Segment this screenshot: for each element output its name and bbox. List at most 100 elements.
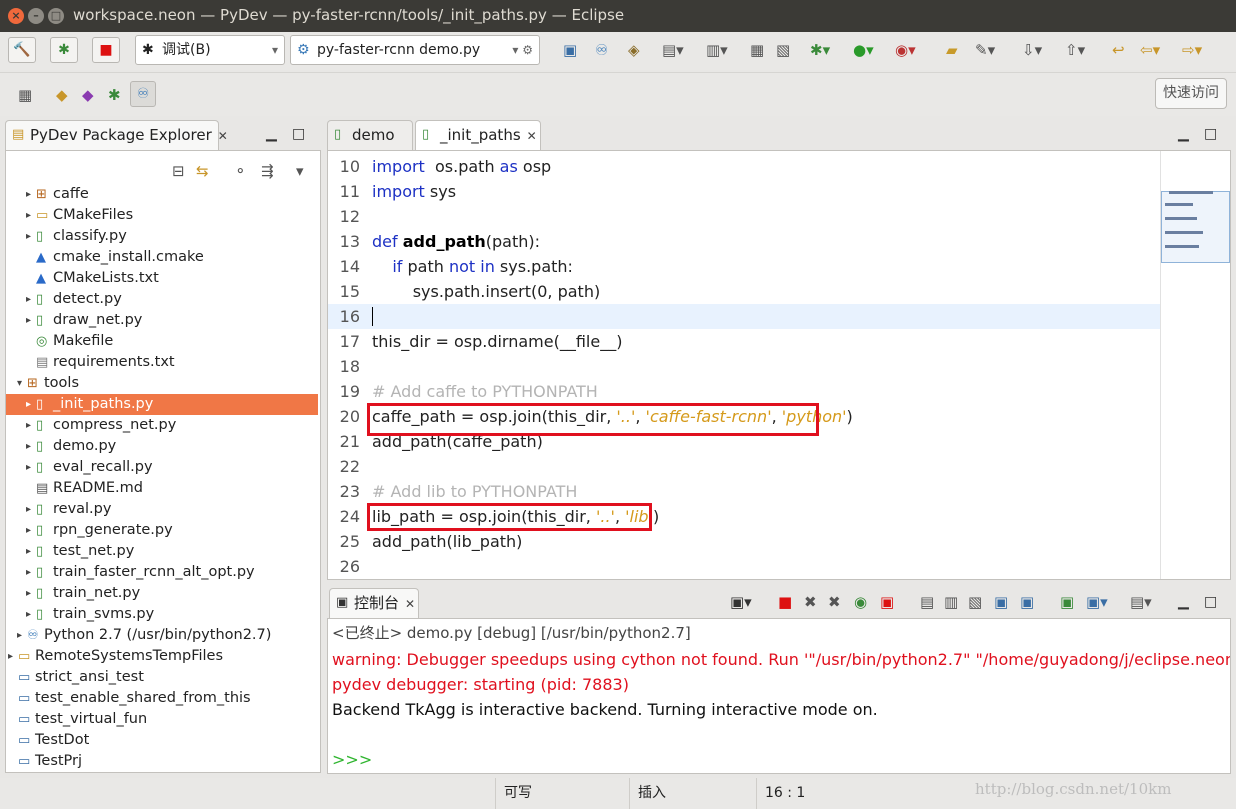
code-line[interactable]: 12 xyxy=(328,204,1160,229)
expand-arrow-icon[interactable]: ▸ xyxy=(26,226,31,247)
collapse-all-icon[interactable]: ⊟ xyxy=(172,161,185,181)
perspective-cpp-icon[interactable]: ◆ xyxy=(82,85,94,105)
forward-icon[interactable]: ⇨▾ xyxy=(1182,40,1202,60)
link-with-editor-icon[interactable]: ⇆ xyxy=(196,161,209,181)
console-output[interactable]: warning: Debugger speedups using cython … xyxy=(328,647,1230,773)
maximize-icon[interactable]: □ xyxy=(292,126,305,142)
minimap-viewport[interactable] xyxy=(1161,191,1230,263)
tree-item[interactable]: ▸ ▯ demo.py xyxy=(6,436,318,457)
new-console-view-icon[interactable]: ▤▾ xyxy=(1130,592,1152,612)
code-line[interactable]: 17 this_dir = osp.dirname(__file__) xyxy=(328,329,1160,354)
quick-access-button[interactable]: 快速访问 xyxy=(1155,78,1227,109)
scroll-lock-icon[interactable]: ▥ xyxy=(944,592,958,612)
code-line[interactable]: 25 add_path(lib_path) xyxy=(328,529,1160,554)
new-console-icon[interactable]: ▣ xyxy=(880,592,894,612)
new-class-icon[interactable]: ▥▾ xyxy=(706,40,728,60)
tab-demo[interactable]: ▯ demo xyxy=(327,120,413,150)
minimize-icon[interactable]: ▁ xyxy=(1178,126,1189,142)
tree-item[interactable]: ▲ cmake_install.cmake xyxy=(6,247,318,268)
expand-arrow-icon[interactable]: ▸ xyxy=(26,541,31,562)
pen-icon[interactable]: ✎▾ xyxy=(975,40,995,60)
maximize-icon[interactable]: □ xyxy=(1204,126,1217,142)
debug-bug-button[interactable]: ✱ xyxy=(50,37,78,63)
tree-item[interactable]: ▸ ▭ CMakeFiles xyxy=(6,205,318,226)
code-line[interactable]: 22 xyxy=(328,454,1160,479)
open-console-icon[interactable]: ▣ xyxy=(1060,592,1074,612)
expand-arrow-icon[interactable]: ▸ xyxy=(26,562,31,583)
maximize-icon[interactable]: □ xyxy=(1204,594,1217,610)
tree-item[interactable]: ▸ ▯ compress_net.py xyxy=(6,415,318,436)
debug-mode-combo[interactable]: ✱ 调试(B) ▾ xyxy=(135,35,285,65)
expand-arrow-icon[interactable]: ▸ xyxy=(26,583,31,604)
code-line[interactable]: 26 xyxy=(328,554,1160,579)
remove-all-icon[interactable]: ✖ xyxy=(828,592,841,612)
tab-console[interactable]: ▣ 控制台 ✕ xyxy=(329,588,419,618)
tree-item[interactable]: ▸ ▯ eval_recall.py xyxy=(6,457,318,478)
display-console-icon[interactable]: ▣▾ xyxy=(730,592,752,612)
tree-item[interactable]: ▸ ▯ _init_paths.py xyxy=(6,394,318,415)
customize-view-icon[interactable]: ⇶ xyxy=(261,161,274,181)
overview-ruler[interactable] xyxy=(1160,151,1230,579)
new-module-icon[interactable]: ▤▾ xyxy=(662,40,684,60)
expand-arrow-icon[interactable]: ▸ xyxy=(26,499,31,520)
open-perspective-icon[interactable]: ▦ xyxy=(18,85,32,105)
show-stderr-icon[interactable]: ▣ xyxy=(1020,592,1034,612)
tree-item[interactable]: ▾ ⊞ tools xyxy=(6,373,318,394)
tree-item[interactable]: ▭ strict_ansi_test xyxy=(6,667,318,688)
tree-item[interactable]: ◎ Makefile xyxy=(6,331,318,352)
console-view-icon[interactable]: ▣▾ xyxy=(1086,592,1108,612)
minimize-icon[interactable]: ▁ xyxy=(1178,594,1189,610)
debug-icon[interactable]: ✱▾ xyxy=(810,40,830,60)
code-line[interactable]: 11 import sys xyxy=(328,179,1160,204)
code-line[interactable]: 14 if path not in sys.path: xyxy=(328,254,1160,279)
code-line[interactable]: 19 # Add caffe to PYTHONPATH xyxy=(328,379,1160,404)
console-prompt[interactable]: >>> xyxy=(332,747,372,772)
console-icon[interactable]: ▣ xyxy=(563,40,577,60)
window-close-button[interactable]: × xyxy=(8,8,24,24)
expand-arrow-icon[interactable]: ▸ xyxy=(26,394,31,415)
code-line[interactable]: 13 def add_path(path): xyxy=(328,229,1160,254)
tree-item[interactable]: ▸ ⊞ caffe xyxy=(6,184,318,205)
code-line[interactable]: 10 import os.path as osp xyxy=(328,154,1160,179)
perspective-debug-icon[interactable]: ✱ xyxy=(108,85,121,105)
open-type-icon[interactable]: ◈ xyxy=(628,40,640,60)
back-icon[interactable]: ⇦▾ xyxy=(1140,40,1160,60)
expand-arrow-icon[interactable]: ▸ xyxy=(26,604,31,625)
console-panel[interactable]: <已终止> demo.py [debug] [/usr/bin/python2.… xyxy=(327,618,1231,774)
show-stdout-icon[interactable]: ▣ xyxy=(994,592,1008,612)
tree-item[interactable]: ▤ README.md xyxy=(6,478,318,499)
python-icon[interactable]: ♾ xyxy=(595,40,608,60)
tab-init-paths[interactable]: ▯ _init_paths ✕ xyxy=(415,120,541,151)
save-icon[interactable]: ▦ xyxy=(750,40,764,60)
tree-item[interactable]: ▸ ▯ detect.py xyxy=(6,289,318,310)
expand-arrow-icon[interactable]: ▸ xyxy=(26,520,31,541)
window-minimize-button[interactable]: – xyxy=(28,8,44,24)
tree-item[interactable]: ▸ ▯ draw_net.py xyxy=(6,310,318,331)
editor-panel[interactable]: 10 import os.path as osp 11 import sys 12 13 d… xyxy=(327,150,1231,580)
code-line[interactable]: 15 sys.path.insert(0, path) xyxy=(328,279,1160,304)
remove-launch-icon[interactable]: ✖ xyxy=(804,592,817,612)
expand-arrow-icon[interactable]: ▸ xyxy=(26,415,31,436)
tree-item[interactable]: ▸ ▯ classify.py xyxy=(6,226,318,247)
tree-item[interactable]: ▸ ▯ train_net.py xyxy=(6,583,318,604)
tree-item[interactable]: ▭ test_enable_shared_from_this xyxy=(6,688,318,709)
expand-arrow-icon[interactable]: ▸ xyxy=(26,289,31,310)
expand-arrow-icon[interactable]: ▸ xyxy=(26,436,31,457)
expand-arrow-icon[interactable]: ▸ xyxy=(26,310,31,331)
tree-item[interactable]: ▭ TestDot xyxy=(6,730,318,751)
perspective-pydev-button[interactable]: ♾ xyxy=(130,81,156,107)
perspective-java-icon[interactable]: ◆ xyxy=(56,85,68,105)
expand-arrow-icon[interactable]: ▸ xyxy=(26,457,31,478)
build-hammer-button[interactable]: 🔨 xyxy=(8,37,36,63)
next-annotation-icon[interactable]: ⇩▾ xyxy=(1022,40,1042,60)
tree-item[interactable]: ▸ ▯ train_svms.py xyxy=(6,604,318,625)
external-tools-icon[interactable]: ◉▾ xyxy=(895,40,916,60)
filter-icon[interactable]: ⚬ xyxy=(234,161,247,181)
close-icon[interactable]: ✕ xyxy=(218,129,228,143)
expand-arrow-icon[interactable]: ▸ xyxy=(17,625,22,646)
pin-console-icon[interactable]: ◉ xyxy=(854,592,867,612)
save-all-icon[interactable]: ▧ xyxy=(776,40,790,60)
open-folder-icon[interactable]: ▰ xyxy=(946,40,958,60)
tab-package-explorer[interactable]: ▤ PyDev Package Explorer ✕ xyxy=(5,120,228,150)
word-wrap-icon[interactable]: ▧ xyxy=(968,592,982,612)
